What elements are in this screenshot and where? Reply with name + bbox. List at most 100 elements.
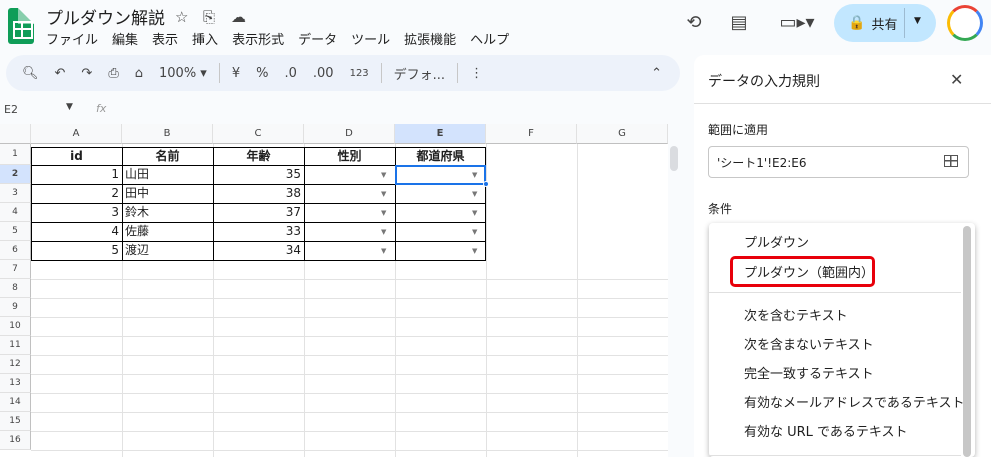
collapse-icon[interactable]: ⌃ bbox=[643, 66, 680, 81]
share-button[interactable]: 🔒 共有 ▼ bbox=[834, 4, 936, 42]
undo-icon[interactable]: ↶ bbox=[47, 66, 74, 81]
share-dropdown-icon[interactable]: ▼ bbox=[914, 16, 921, 26]
row-header[interactable]: 11 bbox=[0, 336, 31, 355]
cell-name[interactable]: 田中 bbox=[122, 184, 213, 203]
col-header-d[interactable]: D bbox=[304, 124, 395, 144]
close-icon[interactable]: ✕ bbox=[950, 70, 963, 89]
row-header[interactable]: 15 bbox=[0, 412, 31, 431]
menu-view[interactable]: 表示 bbox=[152, 29, 178, 48]
select-all-corner[interactable] bbox=[0, 124, 31, 144]
range-input[interactable]: 'シート1'!E2:E6 bbox=[708, 146, 969, 178]
cell-age[interactable]: 38 bbox=[213, 184, 304, 203]
row-header[interactable]: 13 bbox=[0, 374, 31, 393]
row-header[interactable]: 16 bbox=[0, 431, 31, 450]
col-header-b[interactable]: B bbox=[122, 124, 213, 144]
menu-insert[interactable]: 挿入 bbox=[192, 29, 218, 48]
row-header[interactable]: 9 bbox=[0, 298, 31, 317]
history-icon[interactable]: ⟲ bbox=[682, 12, 706, 33]
doc-title[interactable]: プルダウン解説 bbox=[46, 4, 165, 29]
cell-name[interactable]: 山田 bbox=[122, 165, 213, 184]
dropdown-arrow-icon[interactable]: ▼ bbox=[381, 209, 386, 217]
name-box[interactable]: E2 bbox=[4, 103, 18, 116]
increase-decimal-button[interactable]: .00 bbox=[305, 66, 342, 81]
percent-format-button[interactable]: % bbox=[248, 66, 276, 81]
row-header[interactable]: 1 bbox=[0, 144, 31, 165]
menu-extensions[interactable]: 拡張機能 bbox=[404, 29, 456, 48]
menu-file[interactable]: ファイル bbox=[46, 29, 98, 48]
zoom-select[interactable]: 100% ▾ bbox=[151, 66, 215, 81]
dropdown-arrow-icon[interactable]: ▼ bbox=[472, 190, 477, 198]
number-format-button[interactable]: 123 bbox=[342, 68, 377, 79]
print-icon[interactable]: ⎙ bbox=[100, 66, 126, 81]
row-header[interactable]: 6 bbox=[0, 241, 31, 260]
cell-id[interactable]: 2 bbox=[31, 184, 122, 203]
menu-item-text-contains[interactable]: 次を含むテキスト bbox=[744, 305, 848, 324]
row-header[interactable]: 5 bbox=[0, 222, 31, 241]
selected-cell-e2[interactable] bbox=[395, 165, 486, 185]
redo-icon[interactable]: ↷ bbox=[73, 66, 100, 81]
col-header-c[interactable]: C bbox=[213, 124, 304, 144]
cell-age[interactable]: 33 bbox=[213, 222, 304, 241]
menu-item-text-exact[interactable]: 完全一致するテキスト bbox=[744, 363, 874, 382]
row-header[interactable]: 8 bbox=[0, 279, 31, 298]
paint-format-icon[interactable]: ⌂ bbox=[127, 66, 151, 81]
cell-id[interactable]: 3 bbox=[31, 203, 122, 222]
dropdown-arrow-icon[interactable]: ▼ bbox=[381, 190, 386, 198]
cell-age[interactable]: 35 bbox=[213, 165, 304, 184]
meet-icon[interactable]: ▭▸▾ bbox=[777, 12, 817, 33]
menu-help[interactable]: ヘルプ bbox=[470, 29, 509, 48]
cell-age[interactable]: 37 bbox=[213, 203, 304, 222]
menu-item-valid-url[interactable]: 有効な URL であるテキスト bbox=[744, 421, 908, 440]
row-header[interactable]: 10 bbox=[0, 317, 31, 336]
font-select[interactable]: デフォ... bbox=[386, 64, 453, 83]
cell-id[interactable]: 5 bbox=[31, 241, 122, 260]
cell-e1[interactable]: 都道府県 bbox=[395, 147, 486, 166]
select-range-icon[interactable] bbox=[944, 155, 958, 167]
col-header-g[interactable]: G bbox=[577, 124, 668, 144]
menu-tools[interactable]: ツール bbox=[351, 29, 390, 48]
menu-item-text-not-contains[interactable]: 次を含まないテキスト bbox=[744, 334, 874, 353]
menu-scrollbar[interactable] bbox=[963, 226, 971, 457]
sheets-logo-icon[interactable] bbox=[8, 8, 34, 44]
star-icon[interactable]: ☆ bbox=[175, 8, 188, 26]
cell-d1[interactable]: 性別 bbox=[304, 147, 395, 166]
decrease-decimal-button[interactable]: .0 bbox=[276, 66, 304, 81]
row-header[interactable]: 14 bbox=[0, 393, 31, 412]
cell-id[interactable]: 4 bbox=[31, 222, 122, 241]
name-box-dropdown-icon[interactable]: ▼ bbox=[66, 102, 73, 112]
fill-handle[interactable] bbox=[483, 181, 489, 187]
more-icon[interactable]: ⋮ bbox=[462, 66, 491, 81]
row-header[interactable]: 3 bbox=[0, 184, 31, 203]
cell-b1[interactable]: 名前 bbox=[122, 147, 213, 166]
cloud-status-icon[interactable]: ☁ bbox=[231, 8, 246, 26]
dropdown-arrow-icon[interactable]: ▼ bbox=[472, 228, 477, 236]
row-header[interactable]: 12 bbox=[0, 355, 31, 374]
dropdown-arrow-icon[interactable]: ▼ bbox=[472, 247, 477, 255]
cell-name[interactable]: 渡辺 bbox=[122, 241, 213, 260]
menu-item-dropdown[interactable]: プルダウン bbox=[744, 232, 809, 251]
cell-name[interactable]: 鈴木 bbox=[122, 203, 213, 222]
move-folder-icon[interactable]: ⎘ bbox=[203, 8, 215, 26]
dropdown-arrow-icon[interactable]: ▼ bbox=[381, 171, 386, 179]
row-header[interactable]: 4 bbox=[0, 203, 31, 222]
dropdown-arrow-icon[interactable]: ▼ bbox=[381, 247, 386, 255]
menu-edit[interactable]: 編集 bbox=[112, 29, 138, 48]
cell-c1[interactable]: 年齢 bbox=[213, 147, 304, 166]
search-icon[interactable]: 🔍︎ bbox=[6, 66, 47, 81]
row-header[interactable]: 2 bbox=[0, 165, 31, 184]
cell-a1[interactable]: id bbox=[31, 147, 122, 166]
menu-item-valid-email[interactable]: 有効なメールアドレスであるテキスト bbox=[744, 392, 964, 411]
avatar[interactable] bbox=[947, 5, 983, 41]
dropdown-arrow-icon[interactable]: ▼ bbox=[472, 209, 477, 217]
col-header-f[interactable]: F bbox=[486, 124, 577, 144]
grid-scrollbar[interactable] bbox=[670, 146, 678, 171]
currency-format-button[interactable]: ¥ bbox=[224, 66, 248, 81]
menu-data[interactable]: データ bbox=[298, 29, 337, 48]
cell-id[interactable]: 1 bbox=[31, 165, 122, 184]
spreadsheet-grid[interactable]: A B C D E F G 1 2 3 4 5 6 7 8 9 10 11 12… bbox=[0, 124, 668, 457]
menu-format[interactable]: 表示形式 bbox=[232, 29, 284, 48]
comment-icon[interactable]: ▤ bbox=[727, 12, 751, 33]
col-header-a[interactable]: A bbox=[31, 124, 122, 144]
dropdown-arrow-icon[interactable]: ▼ bbox=[381, 228, 386, 236]
cell-age[interactable]: 34 bbox=[213, 241, 304, 260]
